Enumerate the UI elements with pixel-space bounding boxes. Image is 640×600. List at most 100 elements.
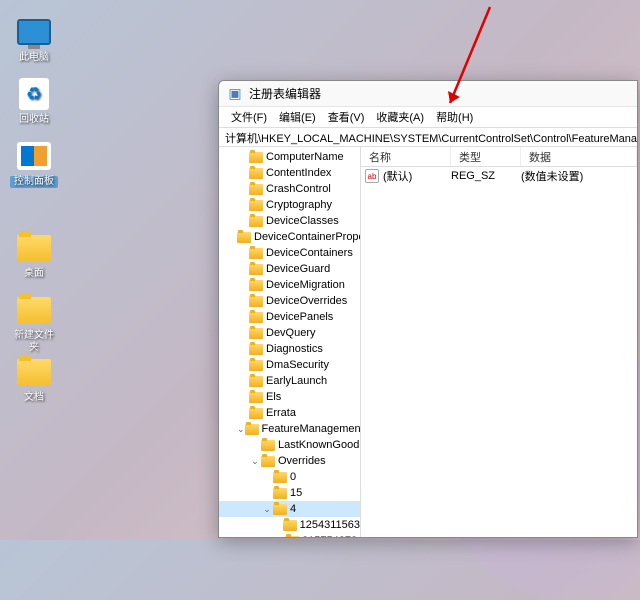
folder-1-icon[interactable]: 桌面 bbox=[10, 230, 58, 280]
tree-item[interactable]: 1254311563 bbox=[219, 517, 360, 533]
header-data[interactable]: 数据 bbox=[521, 147, 637, 166]
folder-icon bbox=[249, 168, 263, 179]
list-row[interactable]: ab(默认)REG_SZ(数值未设置) bbox=[361, 167, 637, 185]
tree-item[interactable]: ⌄ FeatureManagement bbox=[219, 421, 360, 437]
menubar: 文件(F)编辑(E)查看(V)收藏夹(A)帮助(H) bbox=[219, 107, 637, 127]
menu-item[interactable]: 编辑(E) bbox=[273, 108, 322, 126]
tree-item[interactable]: DeviceContainers bbox=[219, 245, 360, 261]
tree-item[interactable]: 15 bbox=[219, 485, 360, 501]
folder-icon bbox=[285, 536, 299, 538]
chevron-down-icon[interactable]: ⌄ bbox=[249, 456, 261, 467]
folder-icon bbox=[17, 235, 51, 261]
folder-icon bbox=[17, 297, 51, 323]
tree-item-label: DevicePanels bbox=[266, 311, 333, 323]
tree-item[interactable]: ContentIndex bbox=[219, 165, 360, 181]
folder-icon bbox=[261, 440, 275, 451]
regedit-window: ▣ 注册表编辑器 文件(F)编辑(E)查看(V)收藏夹(A)帮助(H) 计算机\… bbox=[218, 80, 638, 538]
tree-item-label: 0 bbox=[290, 471, 296, 483]
tree-item-label: DeviceMigration bbox=[266, 279, 345, 291]
folder-icon bbox=[237, 232, 251, 243]
tree-item-label: FeatureManagement bbox=[262, 423, 361, 435]
address-bar[interactable]: 计算机\HKEY_LOCAL_MACHINE\SYSTEM\CurrentCon… bbox=[219, 127, 637, 147]
folder-icon bbox=[261, 456, 275, 467]
tree-item-label: DevQuery bbox=[266, 327, 316, 339]
tree-item-label: 15 bbox=[290, 487, 302, 499]
header-name[interactable]: 名称 bbox=[361, 147, 451, 166]
control-panel-icon[interactable]: 控制面板 bbox=[10, 138, 58, 188]
tree-item[interactable]: Cryptography bbox=[219, 197, 360, 213]
tree-item-label: EarlyLaunch bbox=[266, 375, 327, 387]
tree-item[interactable]: DevicePanels bbox=[219, 309, 360, 325]
tree-item[interactable]: DeviceContainerPropertyUpda bbox=[219, 229, 360, 245]
menu-item[interactable]: 查看(V) bbox=[322, 108, 371, 126]
folder-icon bbox=[273, 488, 287, 499]
chevron-down-icon[interactable]: ⌄ bbox=[261, 504, 273, 515]
value-data: (数值未设置) bbox=[521, 168, 637, 184]
desktop-icon-label: 桌面 bbox=[10, 268, 58, 280]
folder-icon bbox=[17, 359, 51, 385]
menu-item[interactable]: 帮助(H) bbox=[430, 108, 479, 126]
tree-item[interactable]: EarlyLaunch bbox=[219, 373, 360, 389]
tree-item[interactable]: DeviceOverrides bbox=[219, 293, 360, 309]
folder-icon bbox=[249, 152, 263, 163]
menu-item[interactable]: 文件(F) bbox=[225, 108, 273, 126]
desktop-icon-label: 文档 bbox=[10, 392, 58, 404]
pc-icon[interactable]: 此电脑 bbox=[10, 14, 58, 64]
tree-item[interactable]: ⌄4 bbox=[219, 501, 360, 517]
chevron-down-icon[interactable]: ⌄ bbox=[237, 424, 245, 435]
folder-icon bbox=[249, 216, 263, 227]
tree-pane[interactable]: ComputerName ContentIndex CrashControl Cryp… bbox=[219, 147, 361, 537]
tree-item[interactable]: ⌄Overrides bbox=[219, 453, 360, 469]
folder-icon bbox=[245, 424, 259, 435]
pc-shape-icon bbox=[17, 19, 51, 45]
desktop-icon-label: 控制面板 bbox=[10, 176, 58, 188]
folder-icon bbox=[249, 312, 263, 323]
tree-item[interactable]: CrashControl bbox=[219, 181, 360, 197]
tree-item[interactable]: Els bbox=[219, 389, 360, 405]
tree-item[interactable]: 0 bbox=[219, 469, 360, 485]
folder-icon bbox=[249, 360, 263, 371]
tree-item[interactable]: LastKnownGood bbox=[219, 437, 360, 453]
window-title: 注册表编辑器 bbox=[249, 85, 321, 102]
folder-icon bbox=[249, 376, 263, 387]
titlebar[interactable]: ▣ 注册表编辑器 bbox=[219, 81, 637, 107]
tree-item[interactable]: 215754378 bbox=[219, 533, 360, 537]
value-type: REG_SZ bbox=[451, 170, 521, 182]
folder-icon bbox=[249, 264, 263, 275]
tree-item-label: 215754378 bbox=[302, 535, 357, 537]
tree-item-label: Els bbox=[266, 391, 281, 403]
panes: ComputerName ContentIndex CrashControl Cryp… bbox=[219, 147, 637, 537]
tree-item-label: ComputerName bbox=[266, 151, 344, 163]
desktop-icon-label: 新建文件夹 bbox=[10, 330, 58, 354]
tree-item-label: Errata bbox=[266, 407, 296, 419]
tree-item-label: 4 bbox=[290, 503, 296, 515]
folder-icon bbox=[249, 200, 263, 211]
recycle-bin-icon[interactable]: ♻回收站 bbox=[10, 76, 58, 126]
tree-item[interactable]: Errata bbox=[219, 405, 360, 421]
tree-item[interactable]: DmaSecurity bbox=[219, 357, 360, 373]
tree-item[interactable]: DeviceGuard bbox=[219, 261, 360, 277]
header-type[interactable]: 类型 bbox=[451, 147, 521, 166]
tree-item[interactable]: ComputerName bbox=[219, 149, 360, 165]
list-pane[interactable]: 名称 类型 数据 ab(默认)REG_SZ(数值未设置) bbox=[361, 147, 637, 537]
tree-item-label: DeviceContainers bbox=[266, 247, 353, 259]
menu-item[interactable]: 收藏夹(A) bbox=[370, 108, 430, 126]
folder-icon bbox=[249, 248, 263, 259]
tree-item-label: Cryptography bbox=[266, 199, 332, 211]
folder-icon bbox=[273, 504, 287, 515]
folder-2-icon[interactable]: 新建文件夹 bbox=[10, 292, 58, 354]
folder-3-icon[interactable]: 文档 bbox=[10, 354, 58, 404]
tree-item-label: DeviceContainerPropertyUpda bbox=[254, 231, 361, 243]
tree-item[interactable]: Diagnostics bbox=[219, 341, 360, 357]
list-header: 名称 类型 数据 bbox=[361, 147, 637, 167]
tree-item-label: DeviceClasses bbox=[266, 215, 339, 227]
tree-item-label: DmaSecurity bbox=[266, 359, 329, 371]
tree-item[interactable]: DeviceClasses bbox=[219, 213, 360, 229]
tree-item-label: CrashControl bbox=[266, 183, 331, 195]
tree-item[interactable]: DevQuery bbox=[219, 325, 360, 341]
folder-icon bbox=[249, 408, 263, 419]
folder-icon bbox=[249, 280, 263, 291]
tree-item-label: LastKnownGood bbox=[278, 439, 359, 451]
folder-icon bbox=[273, 472, 287, 483]
tree-item[interactable]: DeviceMigration bbox=[219, 277, 360, 293]
